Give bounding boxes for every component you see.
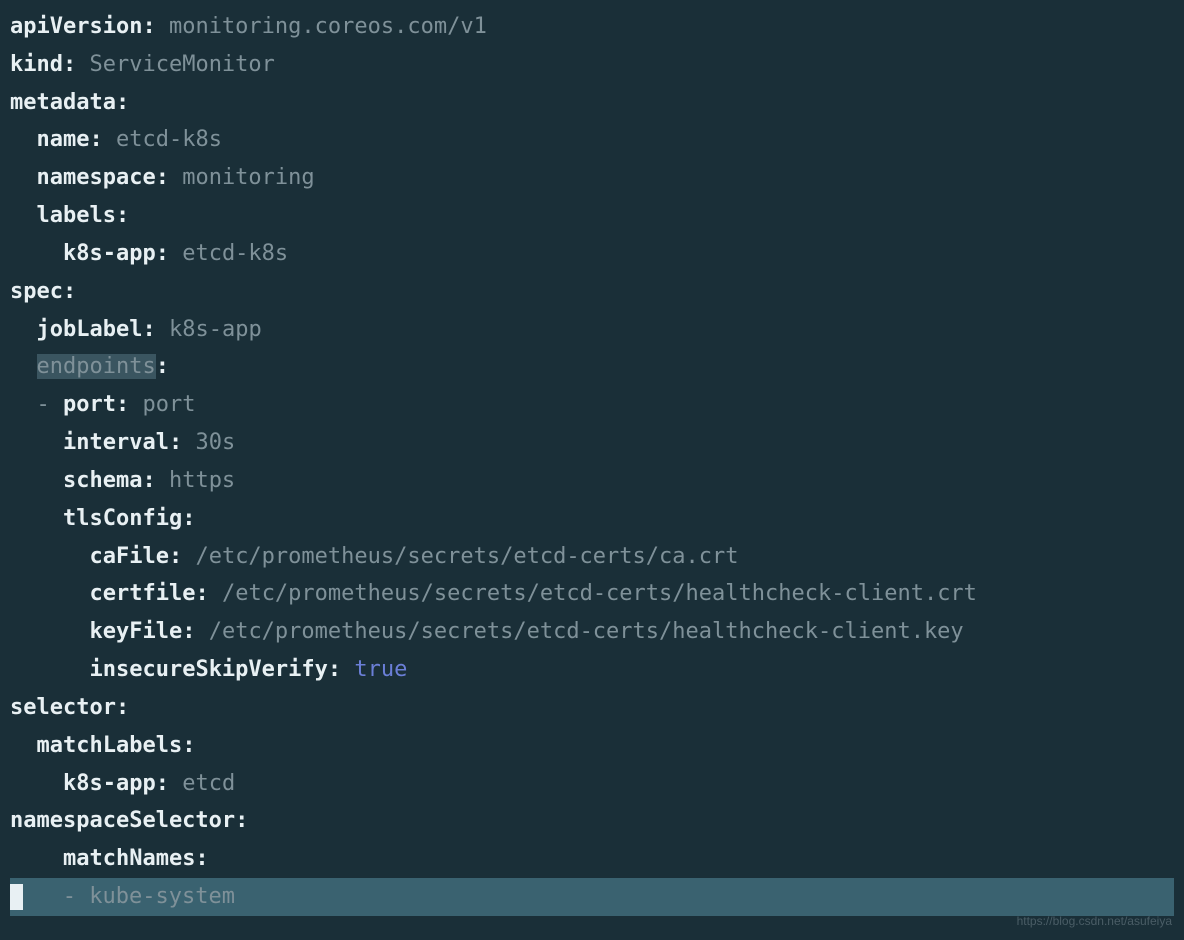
search-highlight: endpoints [37,354,156,379]
code-line: schema: https [10,462,1174,500]
yaml-key: matchLabels: [37,733,196,758]
watermark: https://blog.csdn.net/asufeiya [1017,911,1172,932]
yaml-dash: - [37,392,50,417]
code-line: tlsConfig: [10,500,1174,538]
code-line: - port: port [10,386,1174,424]
yaml-value: kube-system [89,884,235,909]
yaml-key: selector: [10,695,129,720]
yaml-key: tlsConfig: [63,506,195,531]
code-line: jobLabel: k8s-app [10,311,1174,349]
yaml-value: https [169,468,235,493]
yaml-dash: - [63,884,76,909]
yaml-key: caFile: [89,544,182,569]
yaml-key: jobLabel: [37,317,156,342]
yaml-key: port: [63,392,129,417]
yaml-value: etcd [182,771,235,796]
yaml-key: namespace: [37,165,169,190]
code-line: keyFile: /etc/prometheus/secrets/etcd-ce… [10,613,1174,651]
yaml-value: monitoring.coreos.com/v1 [169,14,487,39]
yaml-key: name: [37,127,103,152]
yaml-key: labels: [37,203,130,228]
code-line: k8s-app: etcd-k8s [10,235,1174,273]
yaml-key: spec: [10,279,76,304]
cursor-line: - kube-system [10,878,1174,916]
yaml-boolean: true [354,657,407,682]
yaml-value: k8s-app [169,317,262,342]
yaml-key: kind: [10,52,76,77]
yaml-key: insecureSkipVerify: [89,657,341,682]
yaml-value: monitoring [182,165,314,190]
code-line: matchLabels: [10,727,1174,765]
code-line: k8s-app: etcd [10,765,1174,803]
yaml-key: certfile: [89,581,208,606]
yaml-value: /etc/prometheus/secrets/etcd-certs/healt… [222,581,977,606]
code-line: labels: [10,197,1174,235]
code-line: endpoints: [10,348,1174,386]
code-line: namespaceSelector: [10,802,1174,840]
code-line: certfile: /etc/prometheus/secrets/etcd-c… [10,575,1174,613]
code-line: interval: 30s [10,424,1174,462]
yaml-key: keyFile: [89,619,195,644]
code-line: name: etcd-k8s [10,121,1174,159]
code-line: spec: [10,273,1174,311]
code-line: apiVersion: monitoring.coreos.com/v1 [10,8,1174,46]
yaml-value: /etc/prometheus/secrets/etcd-certs/healt… [209,619,964,644]
yaml-key: : [156,354,169,379]
code-line: matchNames: [10,840,1174,878]
yaml-value: etcd-k8s [116,127,222,152]
yaml-key: k8s-app: [63,771,169,796]
yaml-value: ServiceMonitor [89,52,274,77]
yaml-key: namespaceSelector: [10,808,248,833]
yaml-key: interval: [63,430,182,455]
yaml-key: apiVersion: [10,14,156,39]
yaml-value: /etc/prometheus/secrets/etcd-certs/ca.cr… [195,544,738,569]
code-line: metadata: [10,84,1174,122]
code-line: insecureSkipVerify: true [10,651,1174,689]
code-line: caFile: /etc/prometheus/secrets/etcd-cer… [10,538,1174,576]
code-line: selector: [10,689,1174,727]
code-line: namespace: monitoring [10,159,1174,197]
cursor [10,884,23,910]
yaml-key: metadata: [10,90,129,115]
yaml-value: etcd-k8s [182,241,288,266]
yaml-key: matchNames: [63,846,209,871]
yaml-value: port [142,392,195,417]
yaml-key: k8s-app: [63,241,169,266]
code-editor[interactable]: apiVersion: monitoring.coreos.com/v1 kin… [10,8,1174,916]
yaml-key: schema: [63,468,156,493]
code-line: kind: ServiceMonitor [10,46,1174,84]
yaml-value: 30s [195,430,235,455]
